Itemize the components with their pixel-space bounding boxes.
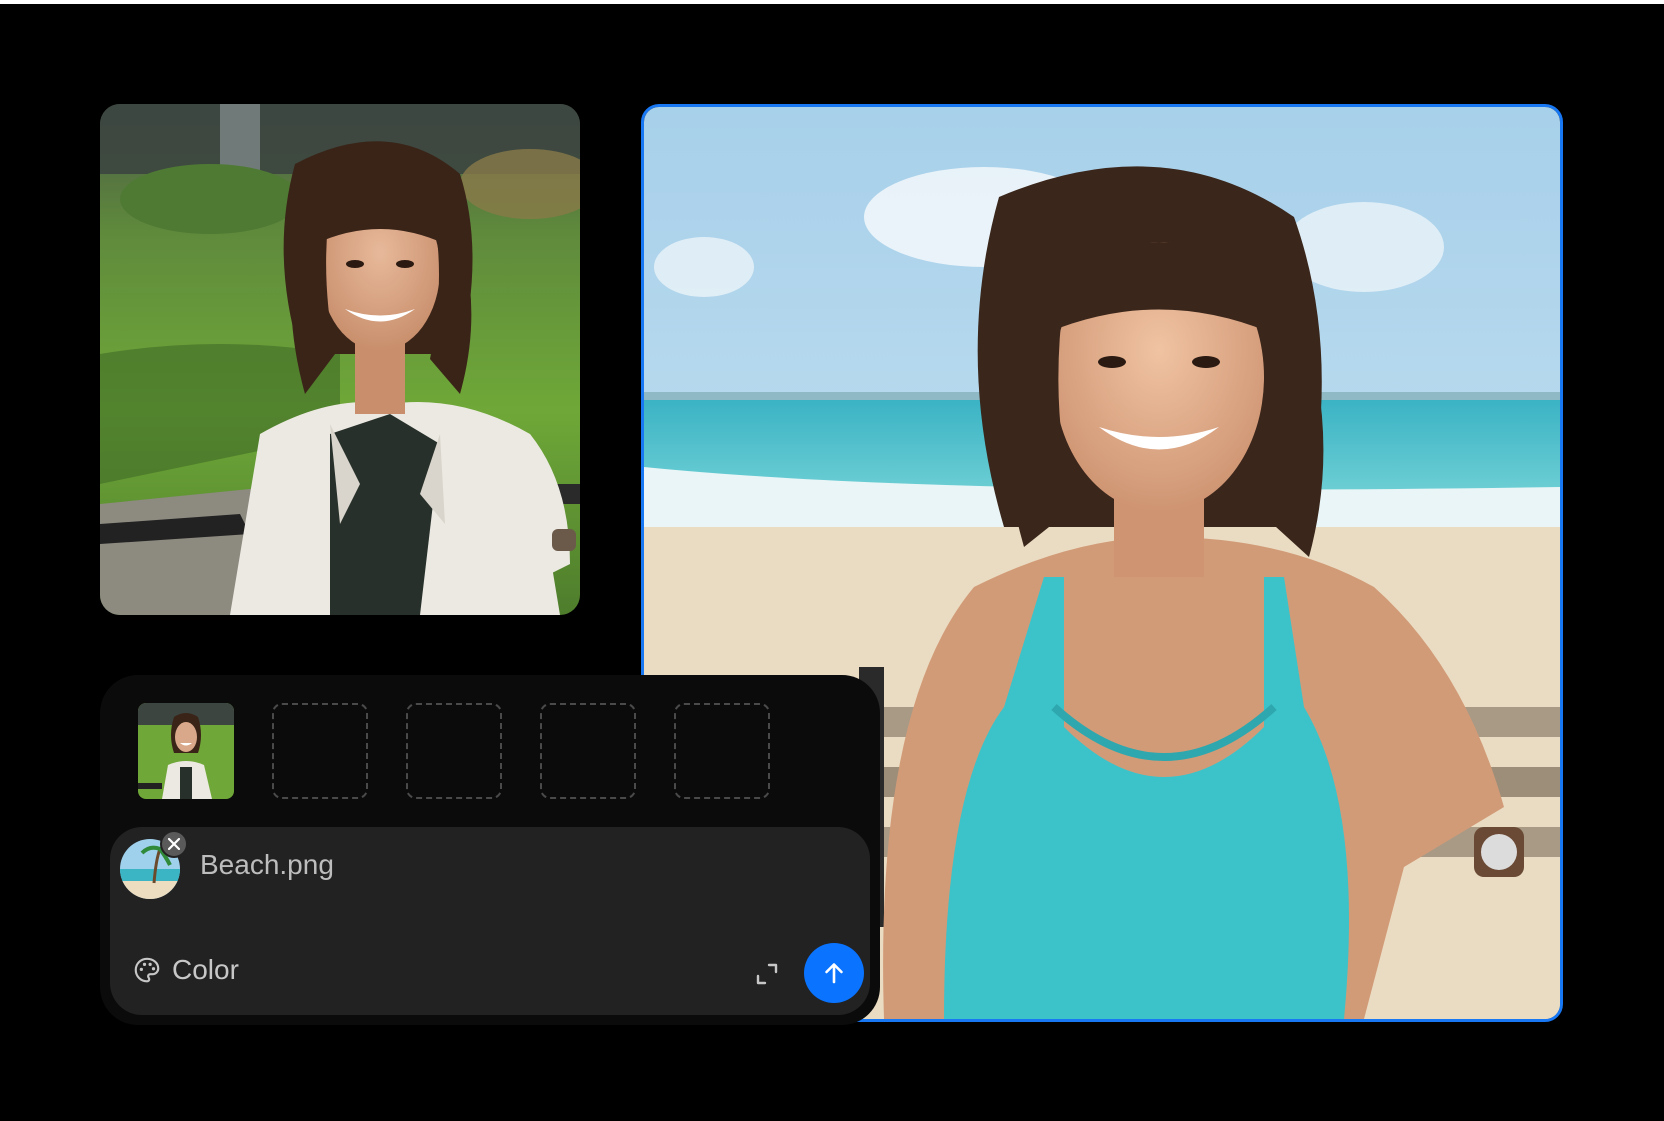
remove-attachment-button[interactable] [160, 830, 188, 858]
prompt-panel: Beach.png Color [100, 675, 880, 1025]
expand-button[interactable] [752, 959, 782, 989]
reference-slot-filled[interactable] [138, 703, 234, 799]
reference-slot-empty[interactable] [540, 703, 636, 799]
reference-slot-empty[interactable] [272, 703, 368, 799]
reference-slots [138, 703, 770, 799]
expand-icon [756, 963, 778, 985]
top-edge-strip [0, 0, 1664, 4]
source-image-park[interactable] [100, 104, 580, 615]
color-button-label: Color [172, 954, 239, 985]
reference-slot-empty[interactable] [406, 703, 502, 799]
color-button[interactable]: Color [132, 954, 239, 986]
park-portrait-thumbnail [138, 703, 234, 799]
arrow-up-icon [825, 963, 843, 984]
park-portrait-image [100, 104, 580, 615]
close-icon [168, 838, 180, 850]
prompt-composer[interactable]: Beach.png Color [110, 827, 870, 1015]
send-button[interactable] [804, 943, 864, 1003]
attachment-file-name: Beach.png [200, 849, 334, 880]
palette-icon [134, 957, 160, 983]
reference-slot-empty[interactable] [674, 703, 770, 799]
